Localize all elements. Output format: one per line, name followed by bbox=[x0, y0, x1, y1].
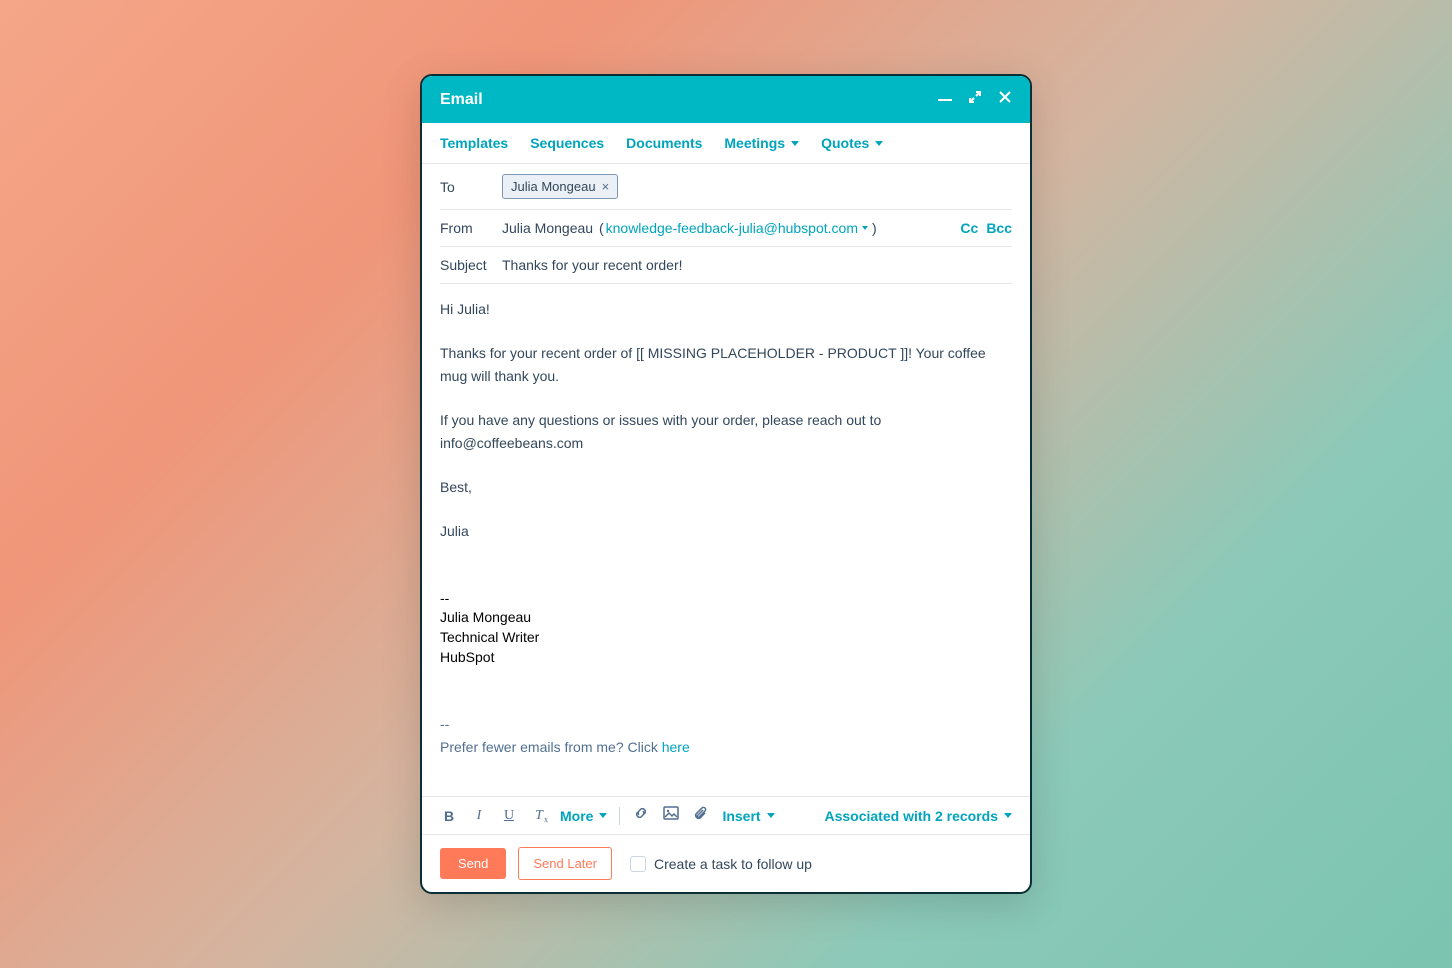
bcc-button[interactable]: Bcc bbox=[986, 220, 1012, 236]
minimize-icon[interactable] bbox=[938, 99, 952, 101]
chevron-down-icon bbox=[791, 141, 799, 146]
signature-name: Julia Mongeau bbox=[440, 608, 1012, 628]
chip-remove-icon[interactable]: × bbox=[602, 179, 610, 194]
chevron-down-icon bbox=[862, 226, 868, 230]
body-sender-name: Julia bbox=[440, 520, 1012, 542]
expand-icon[interactable] bbox=[968, 90, 982, 109]
attachment-button[interactable] bbox=[692, 805, 710, 826]
italic-button[interactable]: I bbox=[470, 808, 488, 824]
create-task-label: Create a task to follow up bbox=[654, 856, 812, 872]
body-paragraph: If you have any questions or issues with… bbox=[440, 409, 1012, 454]
body-closing: Best, bbox=[440, 476, 1012, 498]
signature-company: HubSpot bbox=[440, 648, 1012, 668]
toolbar: Templates Sequences Documents Meetings Q… bbox=[422, 123, 1030, 164]
from-name: Julia Mongeau bbox=[502, 220, 593, 236]
unsubscribe-text: Prefer fewer emails from me? Click bbox=[440, 739, 662, 755]
clear-formatting-button[interactable]: Tx bbox=[530, 808, 548, 824]
window-title: Email bbox=[440, 91, 483, 109]
toolbar-templates[interactable]: Templates bbox=[440, 135, 508, 151]
chevron-down-icon bbox=[767, 813, 775, 818]
insert-button[interactable]: Insert bbox=[722, 808, 774, 824]
email-body[interactable]: Hi Julia! Thanks for your recent order o… bbox=[422, 284, 1030, 796]
toolbar-sequences[interactable]: Sequences bbox=[530, 135, 604, 151]
cc-button[interactable]: Cc bbox=[960, 220, 978, 236]
send-later-button[interactable]: Send Later bbox=[518, 847, 612, 880]
chevron-down-icon bbox=[1004, 813, 1012, 818]
recipient-chip-label: Julia Mongeau bbox=[511, 179, 596, 194]
body-greeting: Hi Julia! bbox=[440, 298, 1012, 320]
titlebar: Email bbox=[422, 76, 1030, 123]
subject-label: Subject bbox=[440, 257, 490, 273]
action-bar: Send Send Later Create a task to follow … bbox=[422, 834, 1030, 892]
send-button[interactable]: Send bbox=[440, 848, 506, 879]
toolbar-quotes[interactable]: Quotes bbox=[821, 135, 883, 151]
titlebar-controls bbox=[938, 90, 1012, 109]
image-button[interactable] bbox=[662, 805, 680, 826]
format-toolbar: B I U Tx More Insert Associated with 2 r… bbox=[422, 796, 1030, 834]
from-selector[interactable]: Julia Mongeau ( knowledge-feedback-julia… bbox=[502, 220, 948, 236]
toolbar-documents[interactable]: Documents bbox=[626, 135, 702, 151]
email-compose-window: Email Templates Sequences Documents Meet… bbox=[420, 74, 1032, 894]
unsubscribe-block: -- Prefer fewer emails from me? Click he… bbox=[440, 713, 1012, 758]
from-email: knowledge-feedback-julia@hubspot.com bbox=[606, 220, 858, 236]
signature-block: -- Julia Mongeau Technical Writer HubSpo… bbox=[440, 589, 1012, 667]
bold-button[interactable]: B bbox=[440, 808, 458, 824]
close-icon[interactable] bbox=[998, 90, 1012, 109]
associated-records-button[interactable]: Associated with 2 records bbox=[824, 808, 1012, 824]
chevron-down-icon bbox=[875, 141, 883, 146]
divider bbox=[619, 807, 620, 825]
create-task-option: Create a task to follow up bbox=[630, 856, 812, 872]
to-row: To Julia Mongeau × bbox=[440, 164, 1012, 210]
unsubscribe-link[interactable]: here bbox=[662, 739, 690, 755]
signature-separator: -- bbox=[440, 589, 1012, 609]
signature-title: Technical Writer bbox=[440, 628, 1012, 648]
from-label: From bbox=[440, 220, 490, 236]
body-paragraph: Thanks for your recent order of [[ MISSI… bbox=[440, 342, 1012, 387]
header-fields: To Julia Mongeau × From Julia Mongeau ( … bbox=[422, 164, 1030, 284]
cc-bcc-controls: Cc Bcc bbox=[960, 220, 1012, 236]
subject-row: Subject bbox=[440, 247, 1012, 284]
toolbar-meetings[interactable]: Meetings bbox=[724, 135, 799, 151]
link-button[interactable] bbox=[632, 805, 650, 826]
to-label: To bbox=[440, 179, 490, 195]
from-row: From Julia Mongeau ( knowledge-feedback-… bbox=[440, 210, 1012, 247]
underline-button[interactable]: U bbox=[500, 808, 518, 824]
subject-input[interactable] bbox=[502, 257, 1012, 273]
chevron-down-icon bbox=[599, 813, 607, 818]
more-formatting-button[interactable]: More bbox=[560, 808, 607, 824]
recipient-chip[interactable]: Julia Mongeau × bbox=[502, 174, 618, 199]
unsubscribe-separator: -- bbox=[440, 713, 1012, 735]
create-task-checkbox[interactable] bbox=[630, 856, 646, 872]
